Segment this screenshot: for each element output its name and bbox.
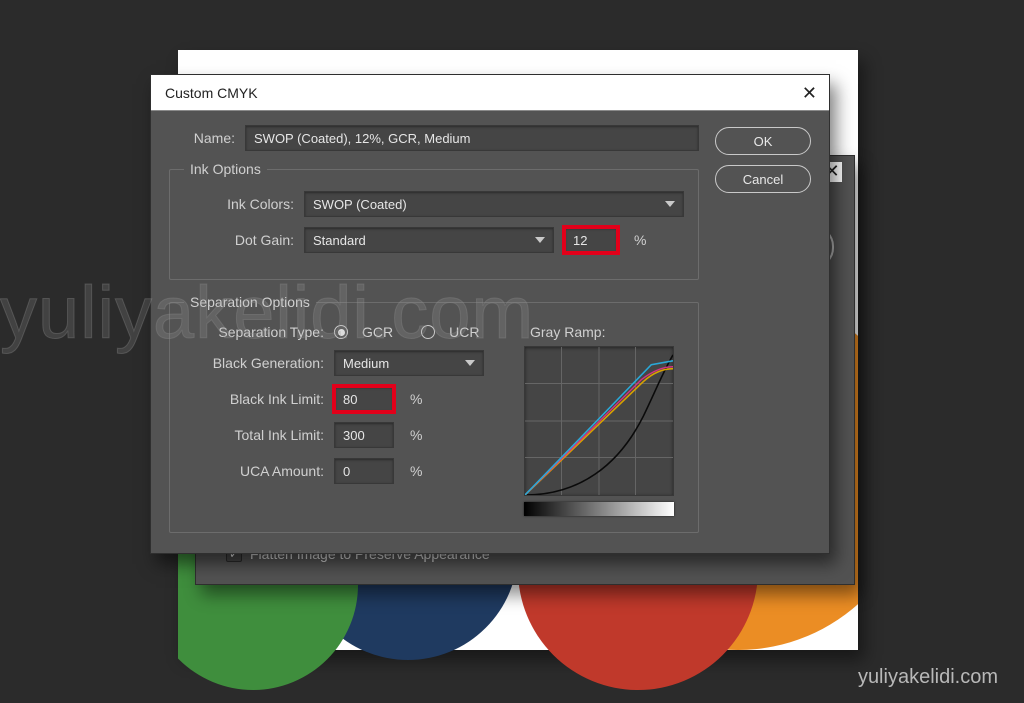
name-input[interactable]: SWOP (Coated), 12%, GCR, Medium [245, 125, 699, 151]
ink-colors-value: SWOP (Coated) [313, 197, 407, 212]
ink-options-group: Ink Options Ink Colors: SWOP (Coated) Do… [169, 161, 699, 280]
dot-gain-row: Dot Gain: Standard 12 % [184, 227, 684, 253]
cancel-button[interactable]: Cancel [715, 165, 811, 193]
black-ink-limit-input[interactable]: 80 [334, 386, 394, 412]
uca-amount-value: 0 [343, 464, 350, 479]
ucr-radio-label[interactable]: UCR [449, 324, 479, 340]
chevron-down-icon [665, 201, 675, 207]
uca-amount-label: UCA Amount: [184, 463, 324, 479]
ok-button[interactable]: OK [715, 127, 811, 155]
gray-ramp-chart [524, 346, 674, 496]
black-generation-label: Black Generation: [184, 355, 324, 371]
separation-options-legend: Separation Options [184, 294, 316, 310]
total-ink-limit-label: Total Ink Limit: [184, 427, 324, 443]
gray-ramp-gradient [524, 502, 674, 516]
ink-colors-select[interactable]: SWOP (Coated) [304, 191, 684, 217]
gray-ramp-label: Gray Ramp: [530, 324, 684, 340]
black-generation-select[interactable]: Medium [334, 350, 484, 376]
gcr-radio[interactable] [334, 325, 348, 339]
dot-gain-label: Dot Gain: [184, 232, 294, 248]
uca-amount-row: UCA Amount: 0 % [184, 458, 506, 484]
dot-gain-pct-value: 12 [573, 233, 587, 248]
ink-colors-label: Ink Colors: [184, 196, 294, 212]
titlebar[interactable]: Custom CMYK ✕ [151, 75, 829, 111]
black-ink-limit-row: Black Ink Limit: 80 % [184, 386, 506, 412]
ink-options-legend: Ink Options [184, 161, 267, 177]
name-label: Name: [169, 130, 235, 146]
separation-options-group: Separation Options Separation Type: GCR … [169, 294, 699, 533]
uca-amount-input[interactable]: 0 [334, 458, 394, 484]
total-ink-limit-value: 300 [343, 428, 365, 443]
total-ink-limit-input[interactable]: 300 [334, 422, 394, 448]
close-icon[interactable]: ✕ [802, 84, 817, 102]
name-value: SWOP (Coated), 12%, GCR, Medium [254, 131, 471, 146]
black-ink-limit-value: 80 [343, 392, 357, 407]
chevron-down-icon [535, 237, 545, 243]
separation-type-label: Separation Type: [184, 324, 324, 340]
chevron-down-icon [465, 360, 475, 366]
custom-cmyk-dialog: Custom CMYK ✕ Name: SWOP (Coated), 12%, … [150, 74, 830, 554]
black-generation-row: Black Generation: Medium [184, 350, 506, 376]
pct-sign: % [410, 427, 422, 443]
ucr-radio[interactable] [421, 325, 435, 339]
pct-sign: % [410, 463, 422, 479]
separation-type-row: Separation Type: GCR UCR [184, 324, 506, 340]
dot-gain-value: Standard [313, 233, 366, 248]
dot-gain-pct-input[interactable]: 12 [564, 227, 618, 253]
ink-colors-row: Ink Colors: SWOP (Coated) [184, 191, 684, 217]
black-ink-limit-label: Black Ink Limit: [184, 391, 324, 407]
dialog-title: Custom CMYK [165, 85, 258, 101]
watermark-small: yuliyakelidi.com [858, 666, 998, 689]
cancel-label: Cancel [743, 172, 783, 187]
name-row: Name: SWOP (Coated), 12%, GCR, Medium [169, 125, 699, 151]
pct-sign: % [410, 391, 422, 407]
ok-label: OK [754, 134, 773, 149]
gcr-radio-label[interactable]: GCR [362, 324, 393, 340]
black-generation-value: Medium [343, 356, 389, 371]
dot-gain-select[interactable]: Standard [304, 227, 554, 253]
pct-sign: % [634, 232, 646, 248]
total-ink-limit-row: Total Ink Limit: 300 % [184, 422, 506, 448]
